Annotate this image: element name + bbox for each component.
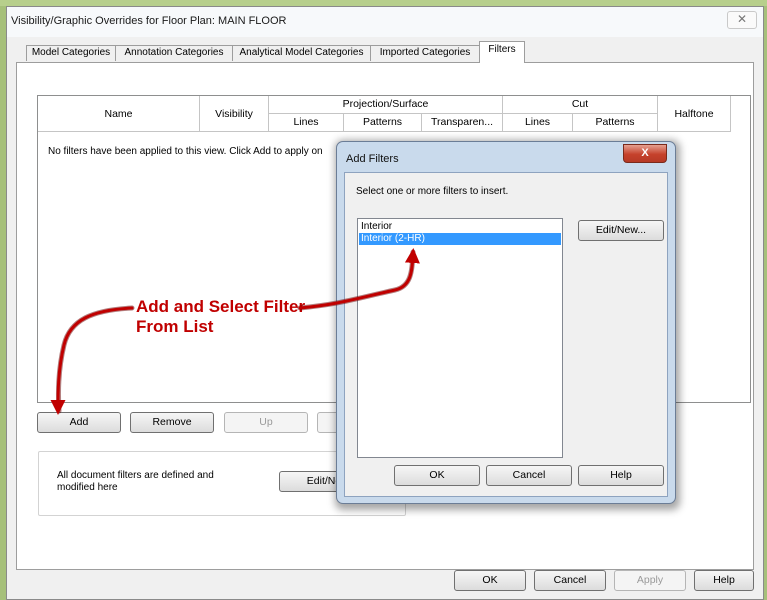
arrow-to-add-button: [56, 305, 135, 414]
tab-label: Filters: [488, 44, 516, 55]
arrow-to-list-item: [298, 248, 420, 310]
tab-filters[interactable]: Filters: [479, 41, 525, 63]
callout-arrows: [50, 248, 420, 415]
arrow-to-add-button: [50, 306, 134, 415]
